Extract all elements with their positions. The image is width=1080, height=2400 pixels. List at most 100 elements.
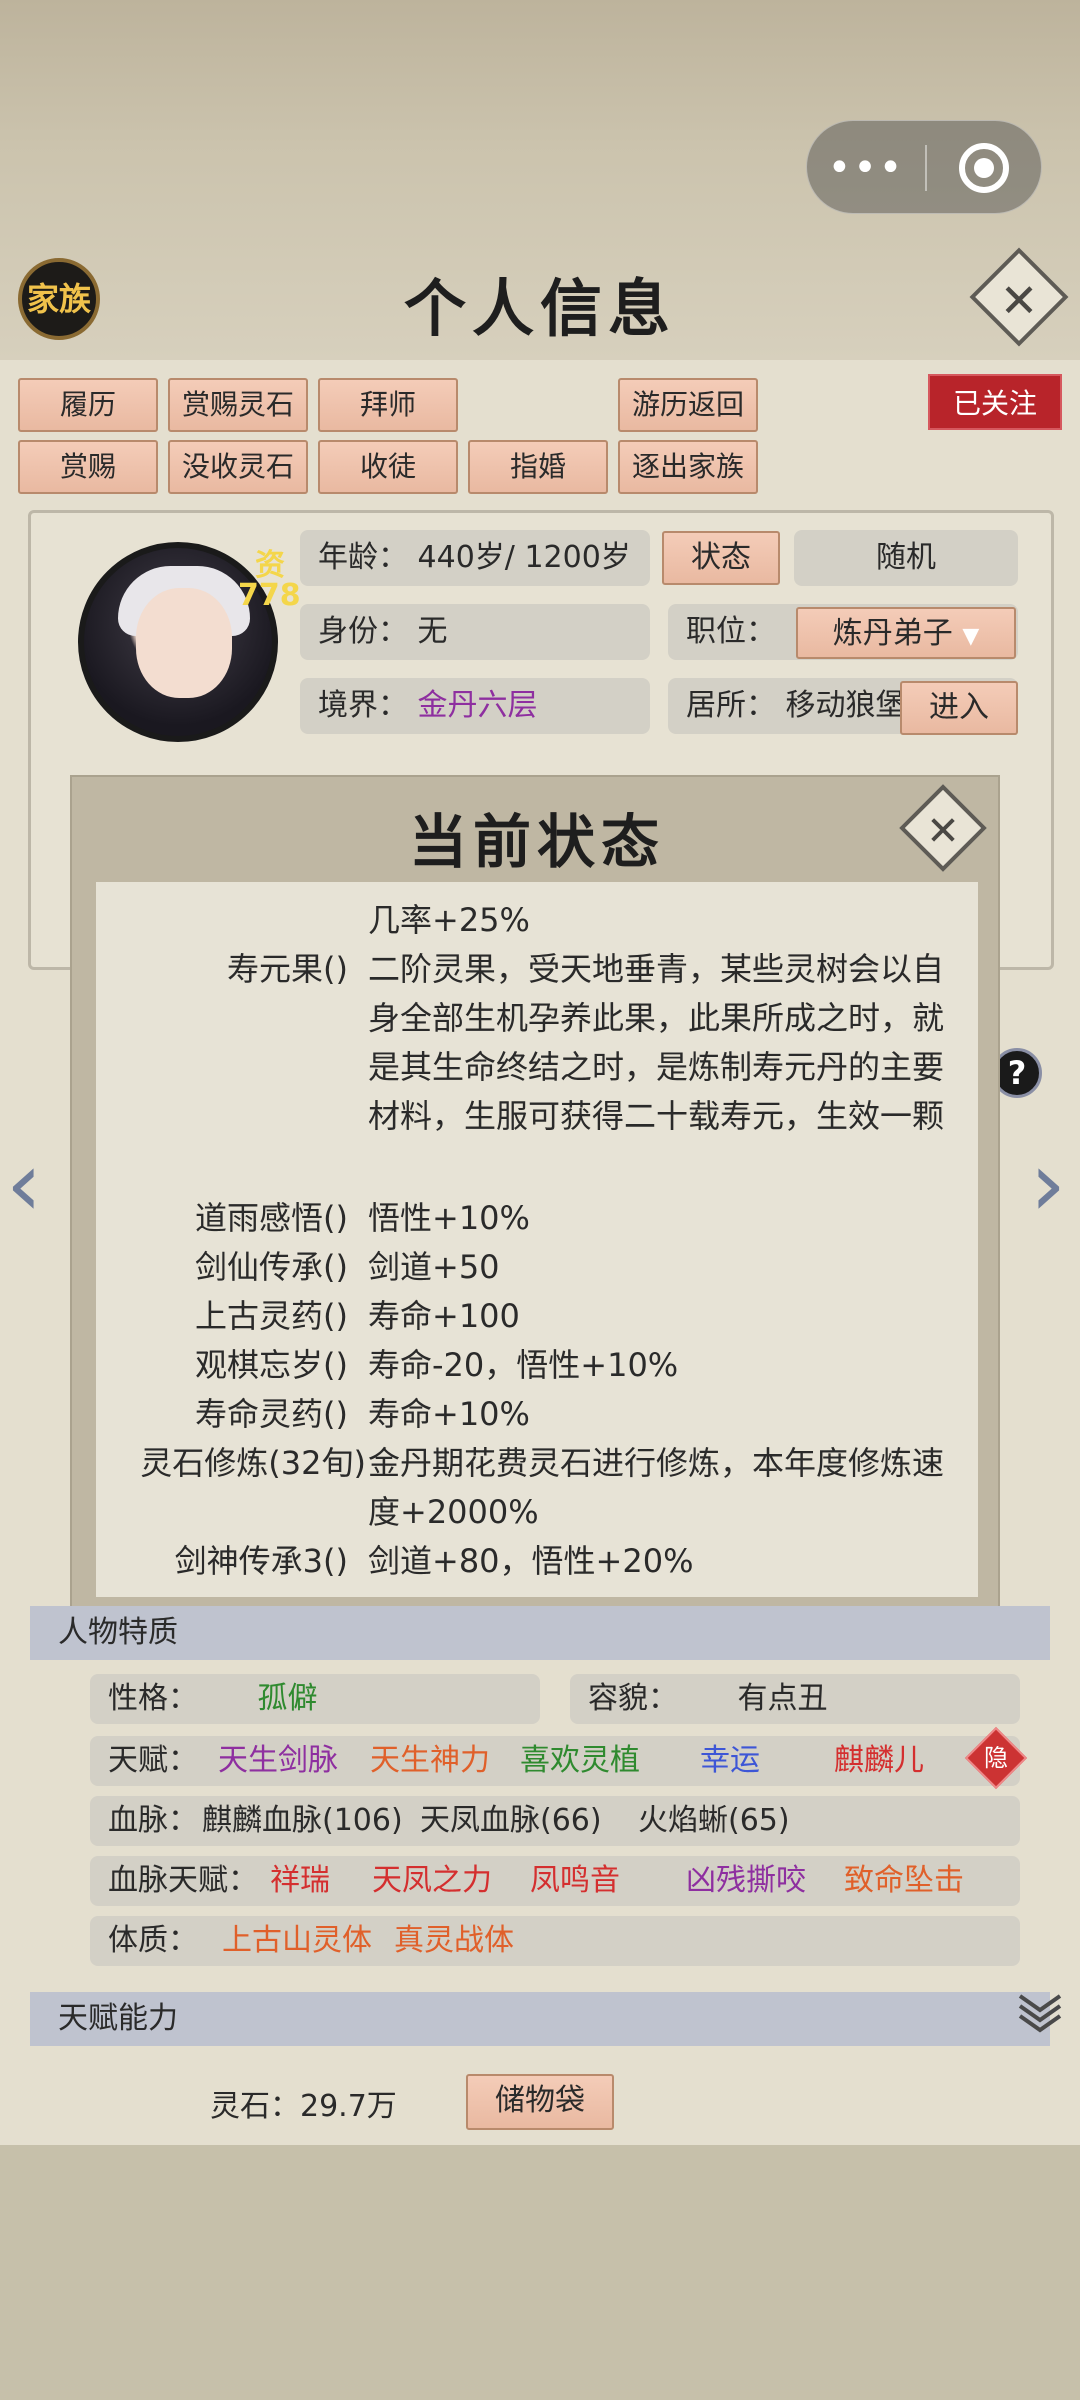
modal-close-button[interactable]: ✕ [899,784,987,872]
personality-field: 性格： 孤僻 [90,1674,540,1724]
expel-button[interactable]: 逐出家族 [618,440,758,494]
arrange-marriage-button[interactable]: 指婚 [468,440,608,494]
expand-chevron-icon[interactable] [1014,1984,1066,2036]
avatar-face [136,588,232,698]
modal-title: 当前状态 [408,808,665,876]
bloodline-talent-item[interactable]: 凶残撕咬 [686,1856,806,1906]
random-button[interactable]: 随机 [794,530,1018,586]
constitution-item[interactable]: 真灵战体 [394,1916,514,1966]
talent-item[interactable]: 喜欢灵植 [520,1736,640,1786]
character-avatar[interactable] [78,542,278,742]
storage-bag-button[interactable]: 储物袋 [466,2074,614,2130]
aptitude-value: 778 [238,578,301,613]
residence-value: 移动狼堡 [785,688,906,723]
status-name: 观棋忘岁() [195,1346,348,1384]
talent-label: 天赋： [108,1743,198,1778]
position-label: 职位： [686,614,776,649]
age-value: 440岁/ 1200岁 [417,540,631,575]
status-effect: 寿命-20，悟性+10% [368,1346,679,1384]
reward-button[interactable]: 赏赐 [18,440,158,494]
apprentice-button[interactable]: 拜师 [318,378,458,432]
modal-close-frame: ✕ [899,784,987,872]
personality-label: 性格： [108,1681,198,1716]
realm-label: 境界： [318,688,408,723]
take-disciple-button[interactable]: 收徒 [318,440,458,494]
confiscate-stone-button[interactable]: 没收灵石 [168,440,308,494]
bloodline-label: 血脉： [108,1803,198,1838]
talent-item[interactable]: 天生神力 [370,1736,490,1786]
traits-section-header: 人物特质 [30,1606,1050,1660]
bottom-background [0,2145,1080,2400]
exit-target-icon[interactable] [959,143,1009,193]
status-effect: 二阶灵果，受天地垂青，某些灵树会以自身全部生机孕养此果，此果所成之时，就是其生命… [368,950,945,1135]
status-effect: 剑道+50 [368,1248,500,1286]
travel-return-button[interactable]: 游历返回 [618,378,758,432]
status-name: 道雨感悟() [195,1199,348,1237]
constitution-field: 体质： 上古山灵体 真灵战体 [90,1916,1020,1966]
more-menu-icon[interactable]: ••• [807,121,925,215]
looks-label: 容貌： [588,1681,678,1716]
status-effect: 寿命+100 [368,1297,520,1335]
bloodline-item: 麒麟血脉(106) [202,1803,403,1838]
position-value: 炼丹弟子 [832,616,953,651]
modal-close-icon: ✕ [926,808,960,855]
realm-field: 境界： 金丹六层 [300,678,650,734]
bloodline-field: 血脉： 麒麟血脉(106) 天凤血脉(66) 火焰蜥(65) [90,1796,1020,1846]
bloodline-item: 火焰蜥(65) [638,1803,790,1838]
hidden-badge-label: 隐 [984,1744,1008,1772]
bloodline-item: 天凤血脉(66) [420,1803,602,1838]
status-name: 上古灵药() [195,1297,348,1335]
identity-value: 无 [417,614,448,649]
looks-field: 容貌： 有点丑 [570,1674,1020,1724]
status-effect: 几率+25% [368,901,530,939]
position-dropdown[interactable]: 炼丹弟子 ▼ [796,607,1016,659]
status-effect: 金丹期花费灵石进行修炼，本年度修炼速度+2000% [368,1444,945,1531]
bloodline-talent-item[interactable]: 天凤之力 [372,1856,492,1906]
looks-value: 有点丑 [737,1681,828,1716]
clan-button[interactable]: 家族 [18,258,100,340]
talent-item[interactable]: 天生剑脉 [218,1736,338,1786]
age-label: 年龄： [318,540,408,575]
identity-label: 身份： [318,614,408,649]
spirit-stone-count: 灵石：29.7万 [210,2089,397,2124]
status-effect: 寿命+10% [368,1395,530,1433]
abilities-section-header: 天赋能力 [30,1992,1050,2046]
status-name: 剑仙传承() [195,1248,348,1286]
close-frame: ✕ [969,247,1069,347]
status-effect: 剑道+80，悟性+20% [368,1542,694,1580]
status-effect: 悟性+10% [368,1199,530,1237]
talent-item[interactable]: 麒麟儿 [834,1736,924,1786]
realm-value: 金丹六层 [417,688,538,723]
status-list[interactable]: 几率+25% 寿元果() 二阶灵果，受天地垂青，某些灵树会以自身全部生机孕养此果… [96,882,978,1597]
mini-program-capsule: ••• [806,120,1042,214]
page-title: 个人信息 [403,272,676,345]
bloodline-talent-field: 血脉天赋： 祥瑞 天凤之力 凤鸣音 凶残撕咬 致命坠击 [90,1856,1020,1906]
close-button[interactable]: ✕ [969,247,1069,347]
reward-stone-button[interactable]: 赏赐灵石 [168,378,308,432]
talent-item[interactable]: 幸运 [700,1736,760,1786]
residence-label: 居所： [686,688,776,723]
status-name: 剑神传承3() [174,1542,348,1580]
close-icon: ✕ [999,273,1039,328]
status-button[interactable]: 状态 [662,531,780,585]
bloodline-talent-item[interactable]: 致命坠击 [844,1856,964,1906]
bloodline-talent-item[interactable]: 凤鸣音 [530,1856,620,1906]
followed-badge[interactable]: 已关注 [928,374,1062,430]
chevron-down-icon: ▼ [962,624,980,649]
personality-value: 孤僻 [257,1681,318,1716]
status-name: 寿元果() [227,950,348,988]
next-arrow-icon[interactable]: › [1030,1140,1066,1230]
status-modal: 当前状态 ✕ 几率+25% 寿元果() 二阶灵果，受天地垂青，某些灵树会以自身全… [70,775,1000,1615]
constitution-label: 体质： [108,1923,198,1958]
prev-arrow-icon[interactable]: ‹ [6,1140,42,1230]
talent-field: 天赋： 天生剑脉 天生神力 喜欢灵植 幸运 麒麟儿 [90,1736,1020,1786]
identity-field: 身份： 无 [300,604,650,660]
enter-button[interactable]: 进入 [900,681,1018,735]
status-name: 灵石修炼(32旬) [140,1444,366,1482]
constitution-item[interactable]: 上古山灵体 [222,1916,372,1966]
age-field: 年龄： 440岁/ 1200岁 [300,530,650,586]
status-name: 寿命灵药() [195,1395,348,1433]
bloodline-talent-item[interactable]: 祥瑞 [270,1856,330,1906]
bloodline-talent-label: 血脉天赋： [108,1863,258,1898]
history-button[interactable]: 履历 [18,378,158,432]
